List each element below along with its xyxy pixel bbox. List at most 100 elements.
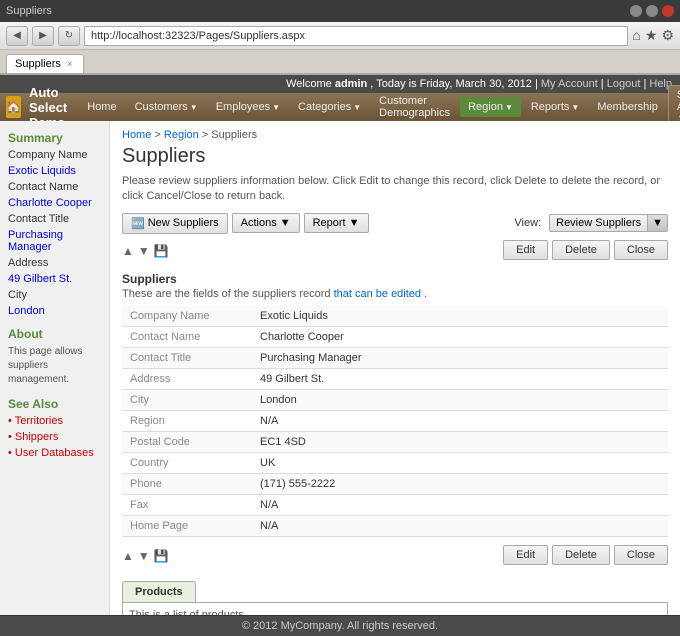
editable-link[interactable]: that can be edited [334,288,421,300]
menu-customer-demographics[interactable]: Customer Demographics [371,91,458,123]
field-value: EC1 4SD [252,431,668,452]
home-nav-icon[interactable]: ⌂ [632,27,640,44]
settings-icon[interactable]: ⚙ [661,27,674,44]
tab-close-button[interactable]: × [67,59,73,70]
nav-down-icon-bottom[interactable]: ▼ [138,549,150,563]
menu-bar: 🏠 Auto Select Demo Home Customers ▼ Empl… [0,93,680,121]
menu-categories[interactable]: Categories ▼ [290,97,369,117]
sidebar-about-title: About [0,323,109,343]
sidebar: Summary Company Name Exotic Liquids Cont… [0,121,110,615]
footer: © 2012 MyCompany. All rights reserved. [0,615,680,636]
breadcrumb-region[interactable]: Region [164,129,199,141]
sidebar-about-section: About This page allows suppliers managem… [0,323,109,389]
new-suppliers-button[interactable]: 🆕 New Suppliers [122,213,228,234]
save-record-icon-bottom[interactable]: 💾 [154,549,169,563]
page: Welcome admin , Today is Friday, March 3… [0,75,680,636]
tab-label: Suppliers [15,58,61,70]
action-buttons-bottom: Edit Delete Close [503,545,668,565]
delete-button-bottom[interactable]: Delete [552,545,610,565]
editable-note: These are the fields of the suppliers re… [122,288,668,300]
table-row: Address49 Gilbert St. [122,368,668,389]
field-value: Exotic Liquids [252,306,668,327]
content-area: Summary Company Name Exotic Liquids Cont… [0,121,680,615]
minimize-button[interactable] [630,5,642,17]
sidebar-about-text: This page allows suppliers management. [0,343,109,389]
close-window-button[interactable] [662,5,674,17]
field-label: Home Page [122,515,252,536]
field-label: Company Name [122,306,252,327]
table-row: Company NameExotic Liquids [122,306,668,327]
table-row: Home PageN/A [122,515,668,536]
field-value: N/A [252,494,668,515]
table-row: CityLondon [122,389,668,410]
field-label: Region [122,410,252,431]
actions-button[interactable]: Actions ▼ [232,213,300,233]
record-nav: ▲ ▼ 💾 [122,244,169,258]
nav-up-icon[interactable]: ▲ [122,244,134,258]
field-label: Fax [122,494,252,515]
logout-link[interactable]: Logout [607,78,641,90]
page-description: Please review suppliers information belo… [122,174,668,205]
my-account-link[interactable]: My Account [541,78,598,90]
sidebar-company-name-value[interactable]: Exotic Liquids [0,163,109,179]
sidebar-user-databases[interactable]: • User Databases [0,445,109,461]
menu-region[interactable]: Region ▼ [460,97,521,117]
table-row: RegionN/A [122,410,668,431]
actions-arrow-icon: ▼ [280,217,291,229]
field-label: City [122,389,252,410]
menu-customers[interactable]: Customers ▼ [127,97,206,117]
save-record-icon[interactable]: 💾 [154,244,169,258]
supplier-detail-table: Company NameExotic LiquidsContact NameCh… [122,306,668,537]
record-nav-bottom: ▲ ▼ 💾 [122,549,169,563]
nav-bar: ◀ ▶ ↻ http://localhost:32323/Pages/Suppl… [0,22,680,50]
menu-employees[interactable]: Employees ▼ [208,97,288,117]
refresh-button[interactable]: ↻ [58,26,80,46]
tab-bar: Suppliers × [0,50,680,74]
table-row: Contact NameCharlotte Cooper [122,326,668,347]
maximize-button[interactable] [646,5,658,17]
sidebar-shippers[interactable]: • Shippers [0,429,109,445]
sidebar-contact-name-label: Contact Name [0,179,109,195]
breadcrumb-home[interactable]: Home [122,129,151,141]
edit-button-bottom[interactable]: Edit [503,545,548,565]
favorites-icon[interactable]: ★ [645,27,658,44]
edit-button-top[interactable]: Edit [503,240,548,260]
current-tab[interactable]: Suppliers × [6,54,84,73]
menu-membership[interactable]: Membership [589,97,666,117]
sidebar-contact-name-value[interactable]: Charlotte Cooper [0,195,109,211]
action-buttons-top: Edit Delete Close [503,240,668,260]
products-tab[interactable]: Products [122,581,196,602]
field-label: Address [122,368,252,389]
close-button-top[interactable]: Close [614,240,668,260]
sidebar-address-label: Address [0,255,109,271]
sidebar-summary-title: Summary [0,127,109,147]
table-row: CountryUK [122,452,668,473]
menu-home[interactable]: Home [79,97,124,117]
back-button[interactable]: ◀ [6,26,28,46]
delete-button-top[interactable]: Delete [552,240,610,260]
sidebar-company-name-label: Company Name [0,147,109,163]
welcome-text: Welcome [286,78,332,90]
sidebar-contact-title-value[interactable]: Purchasing Manager [0,227,109,255]
products-section: Products This is a list of products. ▼ 🔍… [122,581,668,615]
products-container: This is a list of products. ▼ 🔍 🆕 New Pr… [122,602,668,615]
view-dropdown[interactable]: Review Suppliers ▼ [549,214,668,232]
nav-up-icon-bottom[interactable]: ▲ [122,549,134,563]
sidebar-summary-section: Summary Company Name Exotic Liquids Cont… [0,127,109,319]
view-dropdown-arrow-icon: ▼ [647,215,667,231]
menu-reports[interactable]: Reports ▼ [523,97,587,117]
breadcrumb: Home > Region > Suppliers [122,129,668,141]
field-value: Charlotte Cooper [252,326,668,347]
report-button[interactable]: Report ▼ [304,213,369,233]
main-toolbar: 🆕 New Suppliers Actions ▼ Report ▼ View:… [122,213,668,234]
sidebar-city-label: City [0,287,109,303]
new-icon: 🆕 [131,217,145,230]
nav-down-icon[interactable]: ▼ [138,244,150,258]
address-bar[interactable]: http://localhost:32323/Pages/Suppliers.a… [84,26,628,46]
sidebar-city-value[interactable]: London [0,303,109,319]
username-text: admin [335,78,367,90]
forward-button[interactable]: ▶ [32,26,54,46]
sidebar-address-value[interactable]: 49 Gilbert St. [0,271,109,287]
close-button-bottom[interactable]: Close [614,545,668,565]
sidebar-territories[interactable]: • Territories [0,413,109,429]
